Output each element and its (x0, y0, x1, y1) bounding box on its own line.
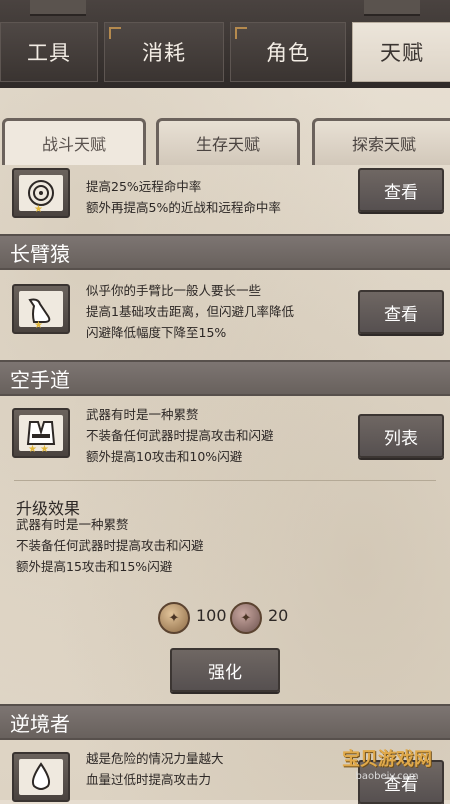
talent-title: 长臂猿 (10, 241, 70, 266)
view-button-label: 查看 (384, 182, 418, 203)
enhance-button[interactable]: 强化 (170, 648, 280, 692)
tab-tools-label: 工具 (27, 41, 71, 65)
talent-description: 武器有时是一种累赘 不装备任何武器时提高攻击和闪避 额外提高10攻击和10%闪避 (86, 404, 274, 467)
tab-tools[interactable]: 工具 (0, 22, 98, 82)
upgrade-description: 武器有时是一种累赘 不装备任何武器时提高攻击和闪避 额外提高15攻击和15%闪避 (16, 514, 204, 577)
tab-consumables-label: 消耗 (142, 41, 186, 65)
talent-icon-frame: ★ (12, 284, 70, 334)
list-button[interactable]: 列表 (358, 414, 444, 458)
subtab-survival[interactable]: 生存天赋 (156, 118, 300, 165)
talent-line: 越是危险的情况力量越大 (86, 751, 224, 766)
talent-line: 闪避降低幅度下降至15% (86, 325, 227, 340)
talent-line: 额外再提高5%的近战和远程命中率 (86, 200, 281, 215)
talent-description: 提高25%远程命中率 额外再提高5%的近战和远程命中率 (86, 176, 281, 218)
talent-icon-frame: ★ (12, 168, 70, 218)
talent-line: 提高1基础攻击距离，但闪避几率降低 (86, 304, 294, 319)
star-icon: ★ (34, 320, 43, 331)
talent-line: 血量过低时提高攻击力 (86, 772, 212, 787)
talent-header: 空手道 (0, 360, 450, 396)
upgrade-line: 额外提高15攻击和15%闪避 (16, 559, 173, 574)
star-icon: ★ (40, 444, 49, 455)
subtab-combat[interactable]: 战斗天赋 (2, 118, 146, 165)
upgrade-line: 不装备任何武器时提高攻击和闪避 (16, 538, 204, 553)
talent-line: 额外提高10攻击和10%闪避 (86, 449, 243, 464)
divider (14, 480, 436, 481)
enhance-button-label: 强化 (208, 662, 242, 683)
star-icon: ★ (28, 444, 37, 455)
tab-character[interactable]: 角色 (230, 22, 346, 82)
talent-header: 长臂猿 (0, 234, 450, 270)
subtab-explore-label: 探索天赋 (351, 135, 416, 154)
frame-notch (30, 0, 86, 16)
tab-talents[interactable]: 天赋 (352, 22, 450, 82)
coin-icon: ✦ (158, 602, 190, 634)
talent-title: 逆境者 (10, 711, 70, 736)
view-button[interactable]: 查看 (358, 290, 444, 334)
subtab-survival-label: 生存天赋 (195, 135, 260, 154)
subtab-explore[interactable]: 探索天赋 (312, 118, 450, 165)
watermark-url: baobeiy.com (355, 771, 419, 782)
cost-b: 20 (268, 606, 289, 625)
talent-description: 越是危险的情况力量越大 血量过低时提高攻击力 (86, 748, 224, 790)
talent-title: 空手道 (10, 367, 70, 392)
talent-line: 武器有时是一种累赘 (86, 407, 199, 422)
talent-line: 不装备任何武器时提高攻击和闪避 (86, 428, 274, 443)
view-button-label: 查看 (384, 304, 418, 325)
tab-consumables[interactable]: 消耗 (104, 22, 224, 82)
view-button[interactable]: 查看 (358, 168, 444, 212)
talent-icon-frame: ★ ★ (12, 408, 70, 458)
cost-a: 100 (196, 606, 227, 625)
frame-notch (364, 0, 420, 16)
gem-icon: ✦ (230, 602, 262, 634)
watermark-title: 宝贝游戏网 (342, 749, 432, 770)
talent-line: 似乎你的手臂比一般人要长一些 (86, 283, 262, 298)
list-button-label: 列表 (384, 428, 418, 449)
watermark-logo: 宝贝游戏网 baobeiy.com (342, 745, 432, 782)
star-icon: ★ (34, 204, 43, 215)
talent-line: 提高25%远程命中率 (86, 179, 202, 194)
upgrade-line: 武器有时是一种累赘 (16, 517, 129, 532)
tab-character-label: 角色 (266, 41, 310, 65)
talent-header: 逆境者 (0, 704, 450, 740)
talent-icon-frame (12, 752, 70, 802)
tab-talents-label: 天赋 (380, 41, 424, 65)
talent-description: 似乎你的手臂比一般人要长一些 提高1基础攻击距离，但闪避几率降低 闪避降低幅度下… (86, 280, 294, 343)
blood-drop-icon (31, 762, 51, 790)
subtab-combat-label: 战斗天赋 (41, 135, 106, 154)
